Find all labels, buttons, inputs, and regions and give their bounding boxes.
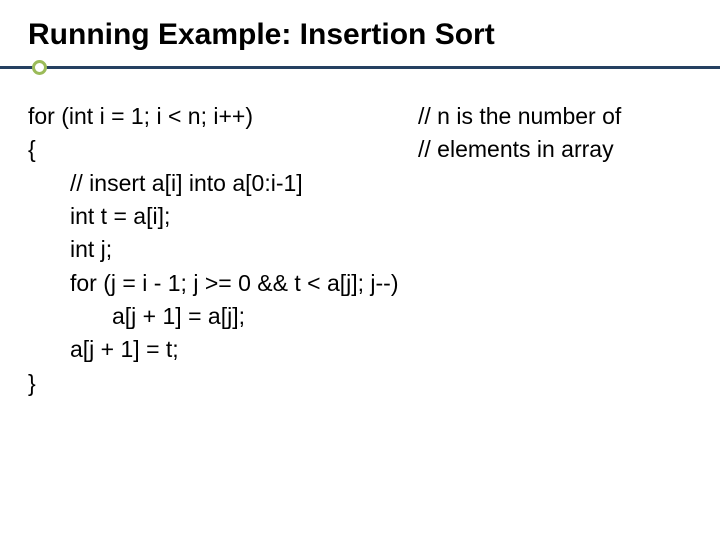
code-line-7: a[j + 1] = a[j];	[28, 300, 692, 333]
code-line-1: for (int i = 1; i < n; i++) // n is the …	[28, 100, 692, 133]
code-line-6: for (j = i - 1; j >= 0 && t < a[j]; j--)	[28, 267, 692, 300]
code-text: for (int i = 1; i < n; i++)	[28, 100, 418, 133]
code-line-4: int t = a[i];	[28, 200, 692, 233]
code-line-5: int j;	[28, 233, 692, 266]
slide-title: Running Example: Insertion Sort	[28, 18, 692, 52]
code-line-9: }	[28, 367, 692, 400]
slide: Running Example: Insertion Sort for (int…	[0, 0, 720, 540]
code-comment: // elements in array	[418, 133, 614, 166]
title-rule	[28, 60, 692, 78]
rule-line	[0, 66, 720, 69]
code-line-8: a[j + 1] = t;	[28, 333, 692, 366]
code-text: {	[28, 133, 418, 166]
code-block: for (int i = 1; i < n; i++) // n is the …	[28, 100, 692, 400]
code-comment: // n is the number of	[418, 100, 621, 133]
code-line-3: // insert a[i] into a[0:i-1]	[28, 167, 692, 200]
rule-dot-icon	[32, 60, 47, 75]
code-line-2: { // elements in array	[28, 133, 692, 166]
